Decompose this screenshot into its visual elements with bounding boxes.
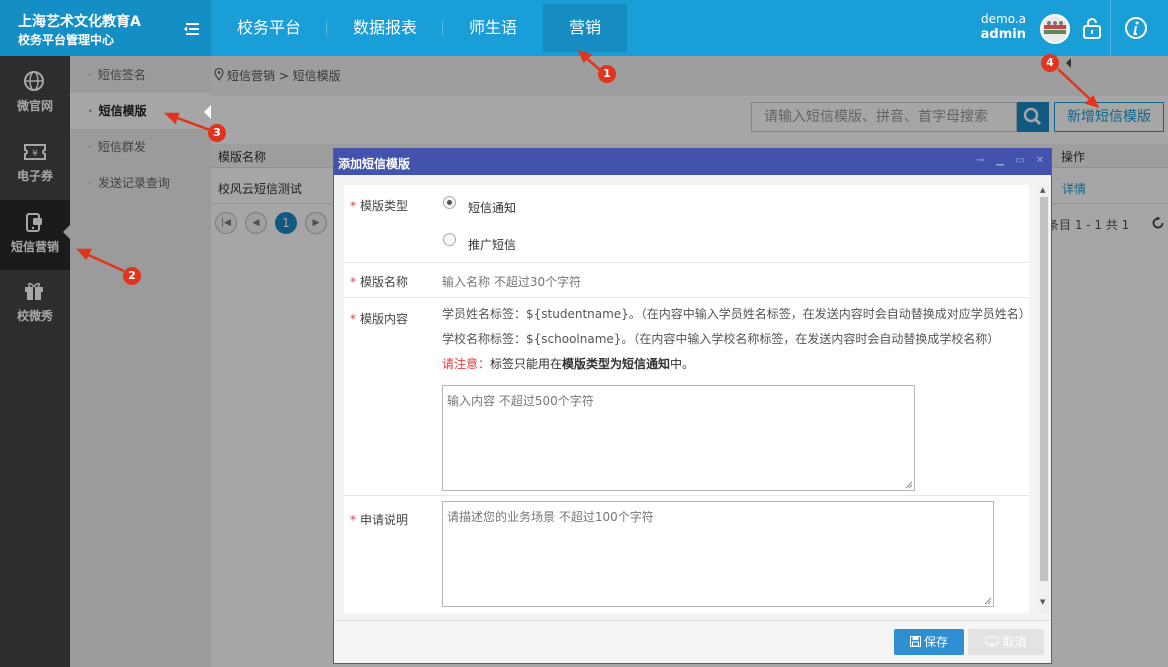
user-info[interactable]: demo.a admin (960, 12, 1026, 42)
nav-item-school-platform[interactable]: 校务平台 (211, 4, 328, 52)
label-text: 模版名称 (360, 275, 409, 289)
nav-item-data-reports[interactable]: 数据报表 (327, 4, 444, 52)
scroll-thumb[interactable] (1040, 197, 1048, 581)
annotation-marker-1: 1 (598, 65, 616, 83)
template-name-input[interactable]: 输入名称 不超过30个字符 (442, 273, 581, 290)
avatar-image (1042, 16, 1068, 42)
save-button[interactable]: 保存 (894, 629, 964, 655)
scroll-down-icon[interactable]: ▼ (1040, 598, 1045, 606)
info-icon[interactable] (1124, 16, 1148, 40)
notice-text-end: 中。 (670, 357, 695, 371)
resize-grip-icon[interactable] (984, 597, 992, 605)
tag-usage-notice: 请注意：标签只能用在模版类型为短信通知中。 (442, 355, 694, 372)
notice-prefix: 请注意： (442, 357, 491, 371)
header-divider (1110, 0, 1111, 56)
avatar[interactable] (1040, 14, 1070, 44)
dialog-form: * 模版类型 短信通知 推广短信 * 模版名称 输入名称 不超过30个字符 * 模版内… (344, 185, 1029, 613)
template-content-label: * 模版内容 (350, 310, 408, 327)
required-mark: * (350, 513, 356, 527)
brand-name: 上海艺术文化教育A (18, 14, 141, 30)
form-divider (344, 495, 1029, 496)
annotation-marker-4: 4 (1041, 54, 1059, 72)
notice-text: 标签只能用在 (490, 357, 563, 371)
form-divider (344, 297, 1029, 298)
form-divider (344, 262, 1029, 263)
required-mark: * (350, 199, 356, 213)
cancel-button[interactable]: 取消 (968, 629, 1044, 655)
template-type-label: * 模版类型 (350, 197, 408, 214)
notice-bold: 模版类型为短信通知 (562, 357, 671, 371)
template-content-textarea[interactable]: 输入内容 不超过500个字符 (442, 385, 915, 491)
textarea-placeholder: 请描述您的业务场景 不超过100个字符 (447, 510, 654, 524)
apply-desc-label: * 申请说明 (350, 511, 408, 528)
dialog-footer: 保存 取消 (334, 620, 1051, 663)
required-mark: * (350, 312, 356, 326)
maximize-icon[interactable]: ▭ (1014, 155, 1026, 167)
scroll-up-icon[interactable]: ▲ (1040, 186, 1045, 194)
nav-item-marketing[interactable]: 营销 (543, 4, 628, 52)
nav-item-teacher-student[interactable]: 师生语 (443, 4, 543, 52)
dialog-header: 添加短信模版 ⊸ ▁ ▭ ✕ (334, 149, 1051, 175)
user-account: demo.a (981, 12, 1026, 26)
label-text: 模版内容 (360, 312, 409, 326)
lock-icon[interactable] (1082, 17, 1102, 39)
radio-sms-notice[interactable] (443, 196, 456, 209)
label-text: 申请说明 (360, 513, 409, 527)
save-label: 保存 (923, 635, 948, 649)
resize-grip-icon[interactable] (905, 481, 913, 489)
textarea-placeholder: 输入内容 不超过500个字符 (447, 394, 594, 408)
pin-icon[interactable]: ⊸ (974, 155, 986, 167)
cancel-icon (985, 636, 999, 647)
radio-label-promo-sms[interactable]: 推广短信 (468, 236, 516, 253)
label-text: 模版类型 (360, 199, 409, 213)
annotation-marker-3: 3 (208, 124, 226, 142)
brand: 上海艺术文化教育A 校务平台管理中心 (0, 0, 211, 56)
template-name-label: * 模版名称 (350, 273, 408, 290)
dialog-title: 添加短信模版 (338, 157, 411, 171)
annotation-marker-2: 2 (123, 267, 141, 285)
brand-subtitle: 校务平台管理中心 (18, 33, 115, 47)
user-name: admin (980, 27, 1026, 42)
submenu-active-caret (204, 105, 211, 119)
minimize-icon[interactable]: ▁ (994, 155, 1006, 167)
menu-toggle-icon[interactable] (183, 22, 201, 36)
apply-desc-textarea[interactable]: 请描述您的业务场景 不超过100个字符 (442, 501, 994, 607)
radio-label-sms-notice[interactable]: 短信通知 (468, 199, 516, 216)
cancel-label: 取消 (1002, 635, 1027, 649)
dialog-scrollbar[interactable]: ▲ ▼ (1037, 185, 1051, 613)
save-icon (909, 636, 921, 647)
top-nav: 校务平台 数据报表 师生语 营销 (211, 4, 628, 52)
radio-promo-sms[interactable] (443, 233, 456, 246)
required-mark: * (350, 275, 356, 289)
top-bar: 上海艺术文化教育A 校务平台管理中心 校务平台 数据报表 师生语 营销 demo… (0, 0, 1168, 56)
close-icon[interactable]: ✕ (1034, 155, 1046, 167)
hint-school-name-tag: 学校名称标签：${schoolname}。（在内容中输入学校名称标签，在发送内容… (442, 332, 1000, 346)
hint-student-name-tag: 学员姓名标签：${studentname}。（在内容中输入学员姓名标签，在发送内… (442, 307, 1029, 321)
add-template-dialog: 添加短信模版 ⊸ ▁ ▭ ✕ * 模版类型 短信通知 推广短信 * 模版名称 输入名… (333, 148, 1052, 664)
